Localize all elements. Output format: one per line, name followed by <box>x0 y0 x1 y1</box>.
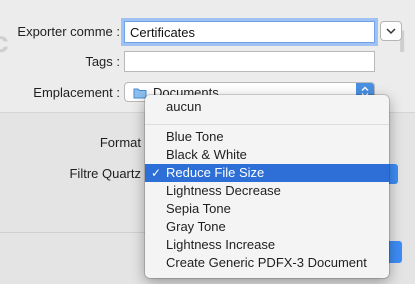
quartz-filter-menu: aucun Blue Tone Black & White ✓ Reduce F… <box>145 95 389 278</box>
background-ghost-text: c <box>0 26 9 59</box>
menu-item-lightness-increase[interactable]: Lightness Increase <box>145 236 389 254</box>
menu-item-gray-tone[interactable]: Gray Tone <box>145 218 389 236</box>
menu-item-reduce-file-size[interactable]: ✓ Reduce File Size <box>145 164 389 182</box>
footer-divider <box>0 232 145 233</box>
checkmark-icon: ✓ <box>151 166 162 180</box>
menu-item-blue-tone[interactable]: Blue Tone <box>145 128 389 146</box>
export-sheet: c l Exporter comme : Certificates Tags :… <box>0 0 415 284</box>
tags-field[interactable] <box>124 51 375 72</box>
export-as-label: Exporter comme : <box>17 24 120 39</box>
menu-item-label: Reduce File Size <box>166 165 265 180</box>
menu-item-none[interactable]: aucun <box>145 98 389 116</box>
quartz-filter-label: Filtre Quartz <box>69 166 141 181</box>
menu-item-create-pdfx3[interactable]: Create Generic PDFX-3 Document <box>145 254 389 272</box>
menu-separator <box>145 124 389 125</box>
expand-button[interactable] <box>380 21 402 41</box>
menu-item-black-white[interactable]: Black & White <box>145 146 389 164</box>
location-label: Emplacement : <box>33 85 120 100</box>
menu-item-sepia-tone[interactable]: Sepia Tone <box>145 200 389 218</box>
export-as-field[interactable]: Certificates <box>124 21 375 43</box>
format-label: Format <box>99 135 141 150</box>
tags-label: Tags : <box>85 54 120 69</box>
chevron-down-icon <box>386 27 396 34</box>
menu-item-lightness-decrease[interactable]: Lightness Decrease <box>145 182 389 200</box>
